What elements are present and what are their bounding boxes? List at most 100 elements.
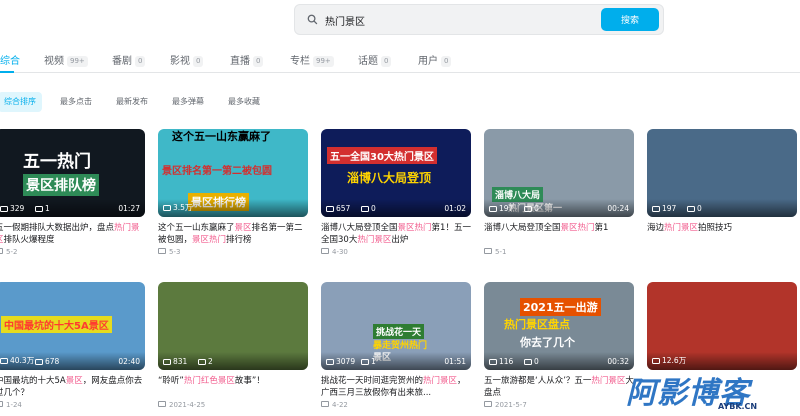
sort-option[interactable]: 综合排序 xyxy=(0,92,42,112)
title-text: 淄博八大局登顶全国 xyxy=(321,223,398,233)
video-title[interactable]: 海边热门景区拍照技巧 xyxy=(647,222,797,246)
publish-date: 4-30 xyxy=(332,248,348,256)
danmaku-count-value: 0 xyxy=(534,204,539,213)
video-title[interactable]: 淄博八大局登顶全国景区热门第1 xyxy=(484,222,634,246)
video-thumbnail[interactable]: 2021五一出游 热门景区盘点 你去了几个 116 0 00:32 xyxy=(484,282,634,370)
danmaku-count: 2 xyxy=(198,357,213,366)
video-title[interactable]: 挑战花一天时间逛完贺州的热门景区，广西三月三放假你有出来旅... xyxy=(321,375,471,399)
play-count: 197 xyxy=(489,204,513,213)
video-title[interactable]: 这个五一山东赢麻了景区排名第一第二被包圆，景区热门排行榜 xyxy=(158,222,308,246)
tab-label: 番剧 xyxy=(112,56,132,67)
search-icon xyxy=(307,14,318,25)
tab-label: 用户 xyxy=(418,56,438,67)
video-card[interactable]: 淄博八大局热门景区第一197000:24淄博八大局登顶全国景区热门第15-1 xyxy=(484,129,634,256)
keyword-highlight: 景区 xyxy=(65,376,83,386)
video-meta: 4-22 xyxy=(321,401,471,409)
thumbnail-stats: 3.5万 xyxy=(158,199,308,217)
video-thumbnail[interactable]: 淄博八大局热门景区第一197000:24 xyxy=(484,129,634,217)
tab-count-badge: 99+ xyxy=(67,56,88,67)
title-text: “聆听” xyxy=(158,376,184,386)
video-title[interactable]: 五一旅游都是‘人从众’？五一热门景区大盘点 xyxy=(484,375,634,399)
tab-3[interactable]: 影视 0 xyxy=(170,52,204,67)
sort-option[interactable]: 最多收藏 xyxy=(228,92,260,112)
tab-0[interactable]: 综合 xyxy=(0,52,20,67)
video-title[interactable]: 中国最坑的十大5A景区，网友盘点你去过几个？ xyxy=(0,375,145,399)
publish-date: 1-24 xyxy=(6,401,22,409)
danmaku-count: 0 xyxy=(361,204,376,213)
keyword-highlight: 景区热门 xyxy=(192,235,227,245)
play-count-value: 3079 xyxy=(336,357,356,366)
video-thumbnail[interactable]: 197 0 xyxy=(647,129,797,217)
video-card[interactable]: 831 2 “聆听”热门红色景区故事”！ 2021-4-25 xyxy=(158,282,308,409)
tab-count-badge: 0 xyxy=(193,56,204,67)
video-thumbnail[interactable]: 831 2 xyxy=(158,282,308,370)
keyword-highlight: 景区热门 xyxy=(560,223,595,233)
tab-6[interactable]: 话题 0 xyxy=(358,52,392,67)
video-card[interactable]: 五一热门景区排队榜 329 1 01:27 五一假期排队大数据出炉，盘点热门景区排队火爆… xyxy=(0,129,145,256)
tab-count-badge: 99+ xyxy=(313,56,334,67)
play-icon xyxy=(0,357,8,364)
video-thumbnail[interactable]: 这个五一山东赢麻了景区排名第一第二被包圆景区排行榜3.5万 xyxy=(158,129,308,217)
video-duration: 01:51 xyxy=(444,357,466,366)
video-thumbnail[interactable]: 五一热门 景区排队榜 329 1 01:27 xyxy=(0,129,145,217)
play-count-value: 116 xyxy=(499,357,514,366)
play-count: 657 xyxy=(326,204,350,213)
title-text: 挑战花一天时间逛完贺州的 xyxy=(321,376,424,386)
tab-2[interactable]: 番剧 0 xyxy=(112,52,146,67)
sort-option[interactable]: 最新发布 xyxy=(116,92,148,112)
search-input[interactable] xyxy=(325,9,595,31)
tab-label: 综合 xyxy=(0,56,20,67)
tab-count-badge: 0 xyxy=(135,56,146,67)
play-count: 116 xyxy=(489,357,513,366)
video-thumbnail[interactable]: 挑战花一天暴走贺州热门景区3079101:51 xyxy=(321,282,471,370)
video-thumbnail[interactable]: 五一全国30大热门景区 淄博八大局登顶 657 0 01:02 xyxy=(321,129,471,217)
search-button[interactable]: 搜索 xyxy=(601,8,659,31)
video-meta: 5-1 xyxy=(484,248,634,256)
video-title[interactable]: 五一假期排队大数据出炉，盘点热门景区排队火爆程度 xyxy=(0,222,145,246)
tab-label: 专栏 xyxy=(290,56,310,67)
tab-label: 直播 xyxy=(230,56,250,67)
video-thumbnail[interactable]: 12.6万 xyxy=(647,282,797,370)
play-count-value: 657 xyxy=(336,204,351,213)
uploader-icon xyxy=(321,248,329,254)
danmaku-icon xyxy=(361,205,369,212)
video-duration: 00:32 xyxy=(607,357,629,366)
watermark-domain: AYBK.CN xyxy=(718,402,758,411)
uploader-icon xyxy=(321,401,329,407)
thumbnail-stats: 831 2 xyxy=(158,352,308,370)
tab-1[interactable]: 视频 99+ xyxy=(44,52,88,67)
tab-4[interactable]: 直播 0 xyxy=(230,52,264,67)
thumbnail-caption: 景区排名第一第二被包圆 xyxy=(162,166,272,177)
play-icon xyxy=(489,358,497,365)
thumbnail-stats: 116 0 00:32 xyxy=(484,352,634,370)
title-text: 海边 xyxy=(647,223,665,233)
video-card[interactable]: 中国最坑的十大5A景区 40.3万 678 02:40 中国最坑的十大5A景区，网友盘点… xyxy=(0,282,145,409)
video-card[interactable]: 五一全国30大热门景区 淄博八大局登顶 657 0 01:02 淄博八大局登顶全国景区热门… xyxy=(321,129,471,256)
video-card[interactable]: 197 0 海边热门景区拍照技巧 xyxy=(647,129,797,246)
title-text: 这个五一山东赢麻了 xyxy=(158,223,235,233)
sort-option[interactable]: 最多弹幕 xyxy=(172,92,204,112)
tab-5[interactable]: 专栏 99+ xyxy=(290,52,334,67)
publish-date: 5-2 xyxy=(6,248,18,256)
video-card[interactable]: 这个五一山东赢麻了景区排名第一第二被包圆景区排行榜3.5万这个五一山东赢麻了景区… xyxy=(158,129,308,256)
play-count-value: 329 xyxy=(10,204,25,213)
tab-count-badge: 0 xyxy=(441,56,452,67)
tab-7[interactable]: 用户 0 xyxy=(418,52,452,67)
uploader-icon xyxy=(158,248,166,254)
danmaku-count-value: 0 xyxy=(697,204,702,213)
play-count: 3.5万 xyxy=(163,202,192,213)
video-card[interactable]: 挑战花一天暴走贺州热门景区3079101:51 挑战花一天时间逛完贺州的热门景区，… xyxy=(321,282,471,409)
video-meta: 2021-4-25 xyxy=(158,401,308,409)
video-duration: 02:40 xyxy=(118,357,140,366)
video-thumbnail[interactable]: 中国最坑的十大5A景区 40.3万 678 02:40 xyxy=(0,282,145,370)
play-icon xyxy=(0,205,8,212)
play-icon xyxy=(652,357,660,364)
play-icon xyxy=(326,205,334,212)
tab-label: 视频 xyxy=(44,56,64,67)
sort-option[interactable]: 最多点击 xyxy=(60,92,92,112)
video-title[interactable]: “聆听”热门红色景区故事”！ xyxy=(158,375,308,399)
video-card[interactable]: 2021五一出游 热门景区盘点 你去了几个 116 0 00:32 五一旅游都是‘人从众’？… xyxy=(484,282,634,409)
play-icon xyxy=(326,358,334,365)
uploader-icon xyxy=(158,401,166,407)
video-title[interactable]: 淄博八大局登顶全国景区热门第1！五一全国30大热门景区出炉 xyxy=(321,222,471,246)
